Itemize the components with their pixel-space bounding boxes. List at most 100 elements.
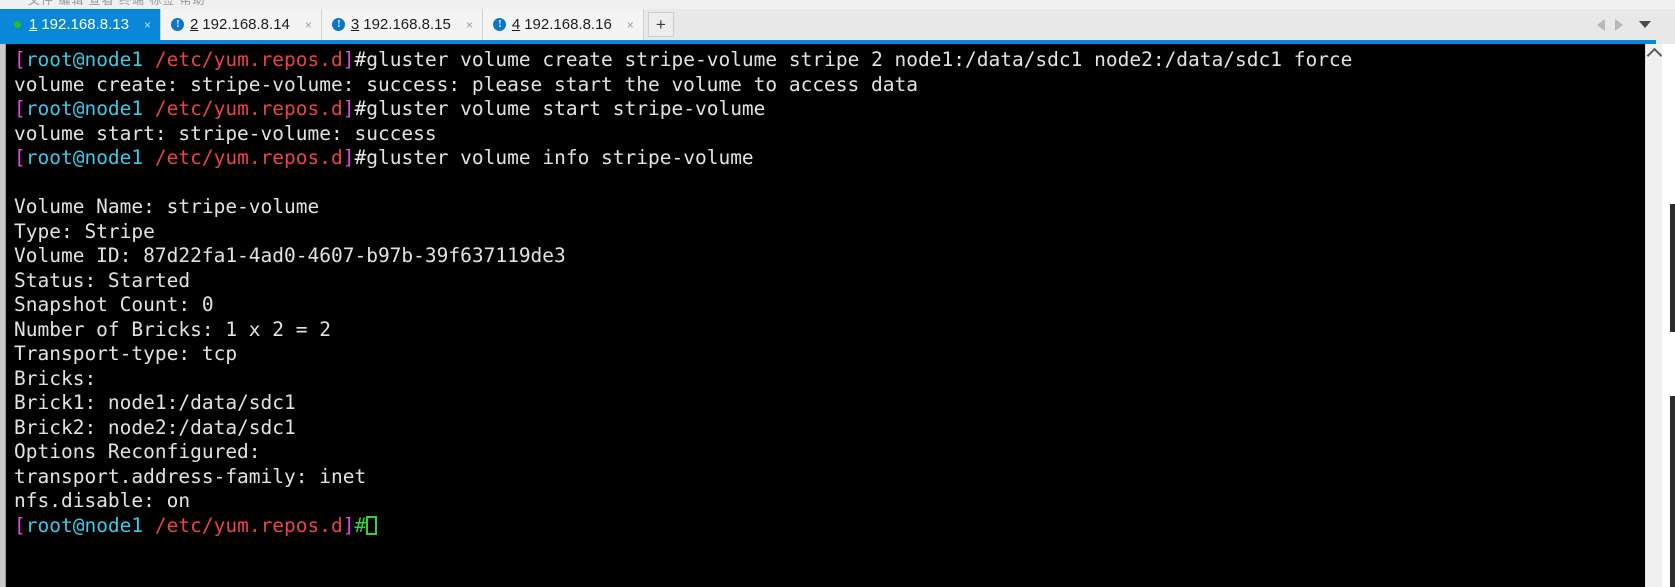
info-badge: ! — [332, 18, 346, 31]
info-icon: ! — [332, 18, 346, 32]
tab-title-label: 192.168.8.13 — [41, 16, 129, 33]
prompt-hash: # — [354, 146, 367, 169]
terminal-output-text: Brick2: node2:/data/sdc1 — [14, 415, 296, 439]
close-icon[interactable]: × — [463, 17, 476, 33]
prompt-hash: # — [354, 513, 367, 537]
close-icon[interactable]: × — [302, 17, 315, 33]
terminal-output-line: Volume Name: stripe-volume — [14, 195, 1675, 220]
prompt-user-host: root@node1 — [25, 97, 144, 120]
terminal-app-window: 文件 编辑 查看 终端 标签 帮助 1 192.168.8.13 ×! 2 192.16… — [0, 0, 1675, 587]
tab-192.168.8.16[interactable]: ! 4 192.168.8.16 × — [482, 9, 644, 40]
tab-title-label: 192.168.8.14 — [202, 16, 290, 33]
new-tab-button[interactable]: + — [647, 12, 674, 37]
tab-192.168.8.14[interactable]: ! 2 192.168.8.14 × — [160, 9, 322, 40]
info-badge: ! — [171, 18, 185, 31]
prompt-path: /etc/yum.repos.d — [154, 146, 343, 169]
terminal-output-text: Type: Stripe — [14, 219, 155, 243]
terminal-prompt-line: [root@node1 /etc/yum.repos.d]#gluster vo… — [14, 146, 1675, 171]
scrollbar-up-button[interactable] — [1646, 44, 1663, 63]
terminal-output-text: transport.address-family: inet — [14, 464, 367, 488]
connection-ok-dot — [13, 21, 21, 28]
tab-list: 1 192.168.8.13 ×! 2 192.168.8.14 ×! 3 192.168.8… — [0, 9, 674, 40]
menu-bar-remnant: 文件 编辑 查看 终端 标签 帮助 — [0, 0, 1675, 9]
terminal-command: gluster volume info stripe-volume — [366, 146, 754, 169]
terminal-output-line: Snapshot Count: 0 — [14, 293, 1675, 318]
prompt-hash: # — [354, 97, 367, 120]
info-badge: ! — [493, 18, 507, 31]
prompt-hash: # — [354, 48, 367, 71]
green-dot-icon — [10, 18, 24, 32]
chevron-right-icon[interactable] — [1615, 18, 1623, 31]
terminal-output-text: Snapshot Count: 0 — [14, 293, 214, 316]
terminal-output-line: volume start: stripe-volume: success — [14, 122, 1675, 147]
chevron-down-icon[interactable] — [1639, 21, 1651, 28]
info-icon: ! — [493, 18, 507, 32]
close-icon[interactable]: × — [624, 17, 637, 33]
terminal-output-text: Transport-type: tcp — [14, 342, 238, 365]
terminal-output-text: Volume Name: stripe-volume — [14, 195, 320, 218]
tab-index-label: 3 — [350, 16, 360, 33]
terminal-prompt-line: [root@node1 /etc/yum.repos.d]#gluster vo… — [14, 48, 1675, 73]
terminal-output-line: Options Reconfigured: — [14, 440, 1675, 465]
tab-192.168.8.15[interactable]: ! 3 192.168.8.15 × — [321, 9, 483, 40]
prompt-user-host: root@node1 — [25, 146, 144, 169]
terminal-output-line — [14, 171, 1675, 196]
terminal-output-text: Status: Started — [14, 268, 191, 292]
info-icon: ! — [171, 18, 185, 32]
prompt-close-bracket: ] — [342, 146, 355, 169]
prompt-open-bracket: [ — [14, 48, 26, 71]
terminal-output-text: Number of Bricks: 1 x 2 = 2 — [14, 317, 331, 341]
prompt-close-bracket: ] — [342, 97, 355, 120]
menu-bar-remnant-text: 文件 编辑 查看 终端 标签 帮助 — [28, 0, 206, 7]
terminal-output-line: Type: Stripe — [14, 220, 1675, 245]
terminal-output-text — [14, 171, 26, 194]
prompt-user-host: root@node1 — [25, 48, 144, 71]
terminal-prompt-line: [root@node1 /etc/yum.repos.d]#gluster vo… — [14, 97, 1675, 122]
chevron-up-icon — [1646, 47, 1663, 63]
prompt-open-bracket: [ — [14, 97, 26, 120]
terminal-output-line: Volume ID: 87d22fa1-4ad0-4607-b97b-39f63… — [14, 244, 1675, 269]
terminal-command: gluster volume start stripe-volume — [366, 97, 766, 120]
tab-title-label: 192.168.8.16 — [524, 16, 612, 33]
close-icon[interactable]: × — [141, 17, 154, 33]
terminal-output-line: volume create: stripe-volume: success: p… — [14, 73, 1675, 98]
tab-title-label: 192.168.8.15 — [363, 16, 451, 33]
terminal-output-line: Status: Started — [14, 269, 1675, 294]
terminal-output[interactable]: [root@node1 /etc/yum.repos.d]#gluster vo… — [6, 44, 1675, 587]
terminal-output-line: Brick1: node1:/data/sdc1 — [14, 391, 1675, 416]
terminal-output-text: volume start: stripe-volume: success — [14, 121, 437, 145]
prompt-path: /etc/yum.repos.d — [154, 97, 343, 120]
terminal-output-text: Options Reconfigured: — [14, 440, 261, 463]
chevron-left-icon[interactable] — [1597, 18, 1605, 31]
terminal-output-line: Number of Bricks: 1 x 2 = 2 — [14, 318, 1675, 343]
terminal-scrollbar[interactable] — [1645, 44, 1663, 587]
tab-strip: 1 192.168.8.13 ×! 2 192.168.8.14 ×! 3 192.168.8… — [0, 9, 1675, 40]
terminal-output-text: Bricks: — [14, 366, 97, 390]
tab-index-label: 2 — [189, 16, 199, 33]
prompt-path: /etc/yum.repos.d — [154, 513, 343, 537]
terminal-command: gluster volume create stripe-volume stri… — [366, 48, 1353, 71]
terminal-panel: [root@node1 /etc/yum.repos.d]#gluster vo… — [0, 44, 1675, 587]
terminal-output-text: Volume ID: 87d22fa1-4ad0-4607-b97b-39f63… — [14, 244, 566, 267]
prompt-path: /etc/yum.repos.d — [154, 48, 343, 71]
terminal-cursor — [366, 515, 378, 535]
tab-index-label: 4 — [511, 16, 521, 33]
terminal-output-line: Bricks: — [14, 367, 1675, 392]
terminal-output-line: transport.address-family: inet — [14, 465, 1675, 490]
window-right-edge — [1662, 44, 1675, 587]
prompt-user-host: root@node1 — [25, 513, 144, 537]
prompt-close-bracket: ] — [342, 513, 355, 537]
terminal-output-text: Brick1: node1:/data/sdc1 — [14, 391, 296, 414]
tab-nav-controls — [1597, 9, 1651, 40]
prompt-close-bracket: ] — [342, 48, 355, 71]
tab-192.168.8.13[interactable]: 1 192.168.8.13 × — [0, 9, 161, 40]
edge-marker-lower — [1670, 396, 1675, 587]
terminal-output-line: nfs.disable: on — [14, 489, 1675, 514]
prompt-open-bracket: [ — [14, 513, 26, 537]
terminal-output-text: volume create: stripe-volume: success: p… — [14, 72, 918, 96]
terminal-output-line: Brick2: node2:/data/sdc1 — [14, 416, 1675, 441]
edge-marker-upper — [1670, 204, 1675, 332]
